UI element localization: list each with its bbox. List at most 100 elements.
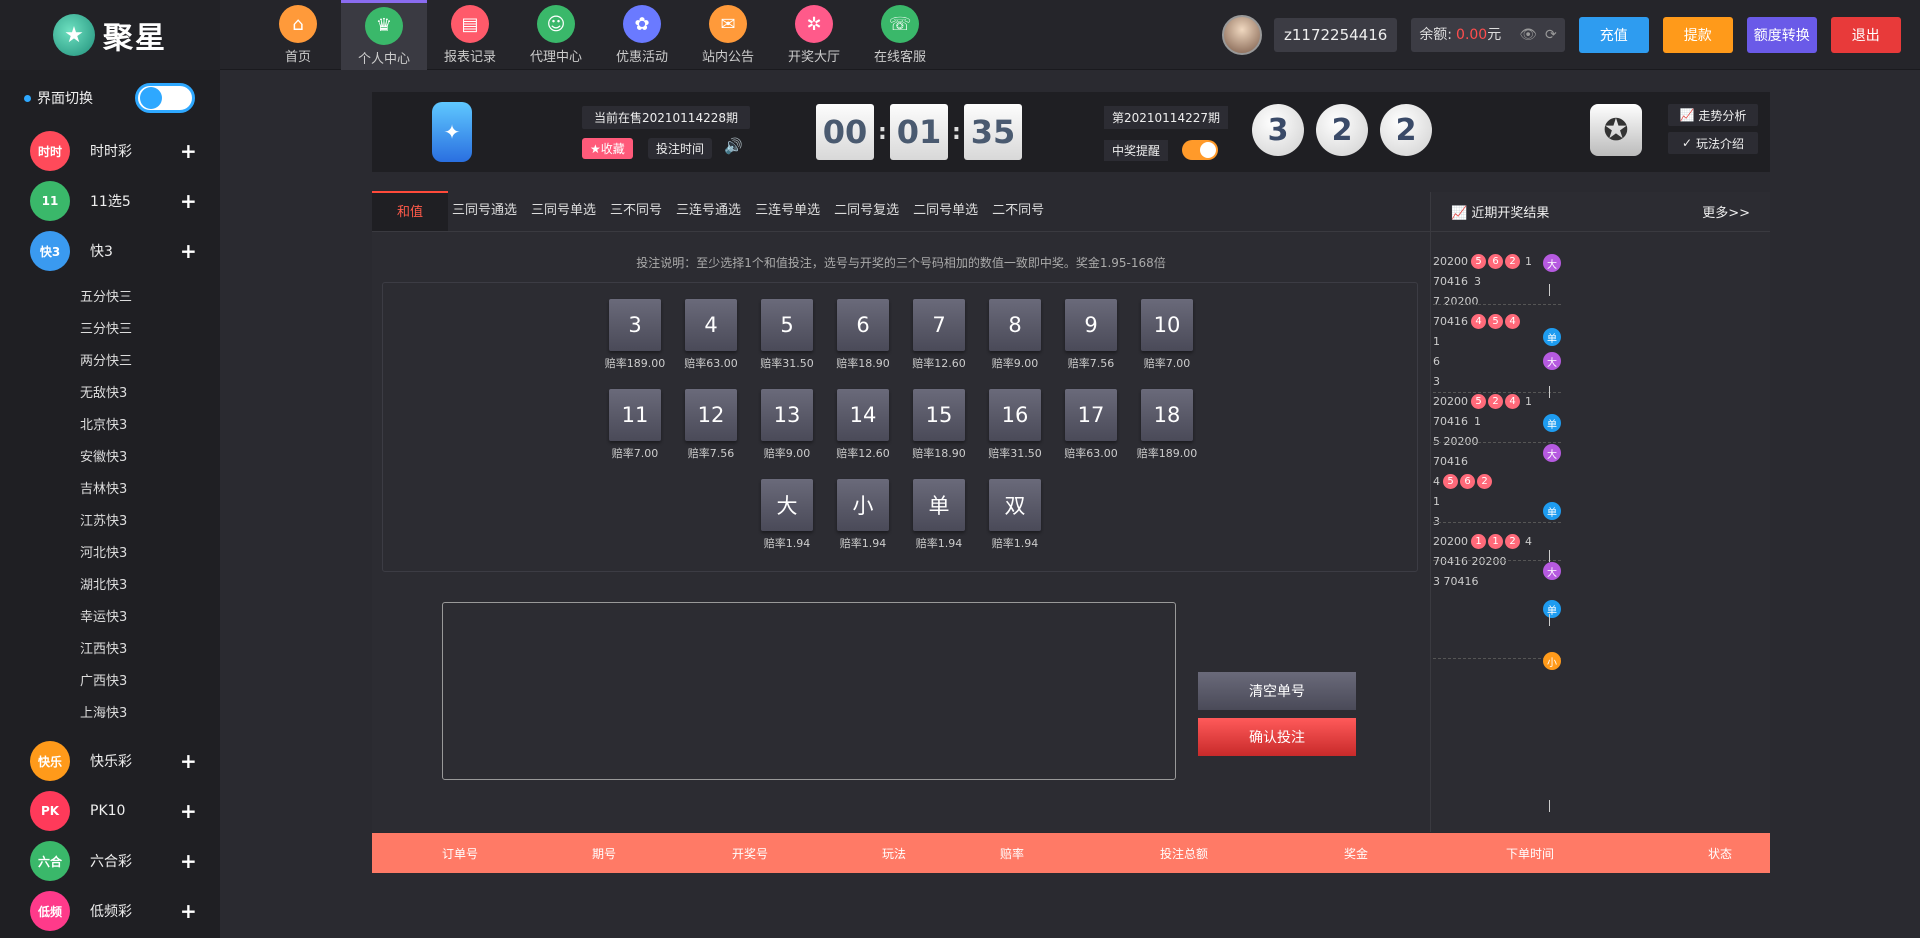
- category-icon-text: 快乐: [37, 754, 62, 769]
- number-button[interactable]: 15: [913, 389, 965, 441]
- sidebar-category[interactable]: 快3 快3 +: [0, 226, 220, 276]
- sidebar-category[interactable]: 低频 低频彩 +: [0, 886, 220, 936]
- nav-item[interactable]: ☏ 在线客服: [857, 0, 943, 70]
- ui-toggle[interactable]: [135, 83, 195, 113]
- top-button[interactable]: 提款: [1662, 17, 1733, 53]
- number-button[interactable]: 6: [837, 299, 889, 351]
- number-button[interactable]: 12: [685, 389, 737, 441]
- speaker-icon[interactable]: 🔊: [724, 137, 743, 155]
- plus-icon[interactable]: +: [180, 239, 197, 263]
- sidebar-sub-item[interactable]: 幸运快3: [0, 602, 220, 634]
- refresh-icon[interactable]: ⟳: [1545, 18, 1557, 52]
- plus-icon[interactable]: +: [180, 799, 197, 823]
- play-tab[interactable]: 二同号复选: [832, 191, 901, 231]
- plus-icon[interactable]: +: [180, 849, 197, 873]
- plus-icon[interactable]: +: [180, 189, 197, 213]
- table-header-cell: 奖金: [1344, 846, 1369, 861]
- nav-item[interactable]: ✲ 开奖大厅: [771, 0, 857, 70]
- number-button[interactable]: 11: [609, 389, 661, 441]
- number-button[interactable]: 单: [913, 479, 965, 531]
- number-button[interactable]: 14: [837, 389, 889, 441]
- clear-button[interactable]: 清空单号: [1198, 672, 1356, 710]
- sidebar-category[interactable]: PK PK10 +: [0, 786, 220, 836]
- plus-icon[interactable]: +: [180, 899, 197, 923]
- top-button[interactable]: 额度转换: [1746, 17, 1817, 53]
- play-tab[interactable]: 三连号通选: [674, 191, 743, 231]
- more-link[interactable]: 更多>>: [1702, 202, 1750, 221]
- number-button[interactable]: 8: [989, 299, 1041, 351]
- sidebar-sub-item[interactable]: 安徽快3: [0, 442, 220, 474]
- sidebar-category[interactable]: 六合 六合彩 +: [0, 836, 220, 886]
- number-button[interactable]: 双: [989, 479, 1041, 531]
- sidebar-sub-item[interactable]: 两分快三: [0, 346, 220, 378]
- result-issue: 7 20200: [1433, 294, 1479, 308]
- bet-time-button[interactable]: 投注时间: [648, 138, 713, 159]
- nav-item[interactable]: ✿ 优惠活动: [599, 0, 685, 70]
- sidebar-sub-item[interactable]: 江西快3: [0, 634, 220, 666]
- play-tab[interactable]: 三连号单选: [753, 191, 822, 231]
- sidebar-sub-item[interactable]: 广西快3: [0, 666, 220, 698]
- sidebar-sub-item[interactable]: 湖北快3: [0, 570, 220, 602]
- sidebar-category[interactable]: 快乐 快乐彩 +: [0, 736, 220, 786]
- sidebar-sub-item[interactable]: 五分快三: [0, 282, 220, 314]
- nav-item[interactable]: ♛ 个人中心: [341, 0, 427, 70]
- avatar[interactable]: [1222, 15, 1262, 55]
- nav-item[interactable]: ☺ 代理中心: [513, 0, 599, 70]
- number-button[interactable]: 16: [989, 389, 1041, 441]
- bet-panel: 和值 三同号通选 三同号单选 三不同号 三连号通选 三连号单选 二同号复选 二同号单选 二不同号…: [372, 191, 1430, 832]
- top-button[interactable]: 充值: [1578, 17, 1649, 53]
- number-button[interactable]: 7: [913, 299, 965, 351]
- play-tab[interactable]: 三不同号: [608, 191, 664, 231]
- eye-icon[interactable]: 👁: [1519, 18, 1537, 52]
- top-button[interactable]: 退出: [1830, 17, 1901, 53]
- film-reel-icon[interactable]: ✪: [1590, 104, 1642, 156]
- tick-mark: [1549, 386, 1550, 398]
- site-logo[interactable]: ★ 聚星: [0, 0, 220, 70]
- number-button[interactable]: 13: [761, 389, 813, 441]
- number-button[interactable]: 10: [1141, 299, 1193, 351]
- divider: [1433, 658, 1561, 659]
- table-header-cell: 状态: [1708, 846, 1733, 861]
- number-button[interactable]: 4: [685, 299, 737, 351]
- number-button[interactable]: 18: [1141, 389, 1193, 441]
- table-header-cell: 开奖号: [732, 846, 769, 861]
- play-tab[interactable]: 三同号通选: [450, 191, 519, 231]
- odds-label: 赔率7.56: [687, 447, 735, 460]
- play-tab[interactable]: 和值: [372, 191, 448, 231]
- balance-label: 余额:: [1419, 27, 1453, 43]
- sidebar-sub-item[interactable]: 上海快3: [0, 698, 220, 730]
- sidebar-category[interactable]: 时时 时时彩 +: [0, 126, 220, 176]
- result-issue: 70416: [1433, 414, 1468, 428]
- plus-icon[interactable]: +: [180, 139, 197, 163]
- nav-item[interactable]: ⌂ 首页: [255, 0, 341, 70]
- nav-item[interactable]: ▤ 报表记录: [427, 0, 513, 70]
- bet-textarea[interactable]: [442, 602, 1176, 780]
- sidebar-sub-item[interactable]: 河北快3: [0, 538, 220, 570]
- mail-icon: ✉: [709, 5, 747, 43]
- sidebar-category[interactable]: 11 11选5 +: [0, 176, 220, 226]
- number-button[interactable]: 大: [761, 479, 813, 531]
- play-tab[interactable]: 二同号单选: [911, 191, 980, 231]
- win-remind-toggle[interactable]: [1182, 140, 1218, 160]
- divider: [1433, 522, 1561, 523]
- result-mini-ball: 5: [1488, 313, 1503, 329]
- plus-icon[interactable]: +: [180, 749, 197, 773]
- number-button[interactable]: 5: [761, 299, 813, 351]
- trend-analysis-button[interactable]: 📈 走势分析: [1668, 104, 1758, 126]
- sidebar-sub-item[interactable]: 北京快3: [0, 410, 220, 442]
- play-tab[interactable]: 三同号单选: [529, 191, 598, 231]
- sidebar-sub-item[interactable]: 三分快三: [0, 314, 220, 346]
- confirm-bet-button[interactable]: 确认投注: [1198, 718, 1356, 756]
- number-button[interactable]: 3: [609, 299, 661, 351]
- nav-item[interactable]: ✉ 站内公告: [685, 0, 771, 70]
- sidebar-sub-item[interactable]: 无敌快3: [0, 378, 220, 410]
- number-button[interactable]: 9: [1065, 299, 1117, 351]
- play-tab[interactable]: 二不同号: [990, 191, 1046, 231]
- rules-button[interactable]: ✓ 玩法介绍: [1668, 132, 1758, 154]
- sidebar-sub-item[interactable]: 江苏快3: [0, 506, 220, 538]
- number-button[interactable]: 17: [1065, 389, 1117, 441]
- sidebar-sub-item[interactable]: 吉林快3: [0, 474, 220, 506]
- number-button[interactable]: 小: [837, 479, 889, 531]
- favorite-button[interactable]: ★收藏: [582, 138, 633, 159]
- result-mini-ball: 4: [1505, 393, 1520, 409]
